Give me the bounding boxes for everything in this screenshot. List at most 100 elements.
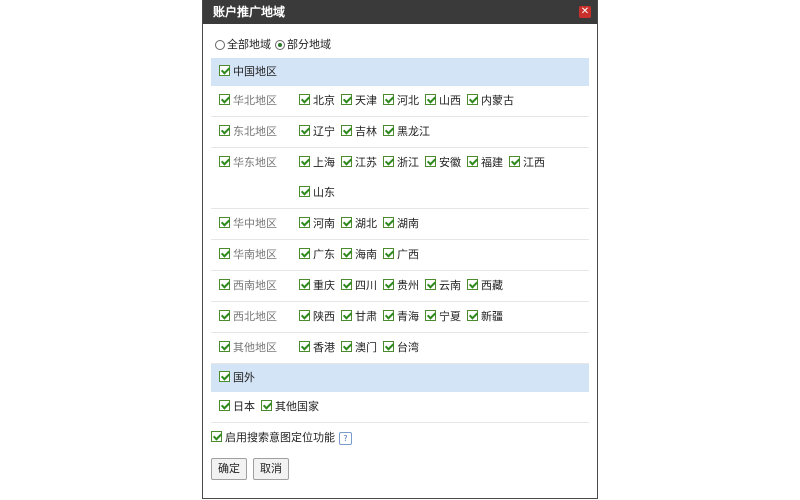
province-checkbox[interactable] (467, 156, 478, 167)
province-checkbox[interactable] (383, 94, 394, 105)
province-checkbox[interactable] (383, 248, 394, 259)
province-checkbox[interactable] (383, 310, 394, 321)
province-item[interactable]: 宁夏 (425, 302, 461, 332)
confirm-button[interactable]: 确定 (211, 458, 247, 480)
province-item[interactable]: 甘肃 (341, 302, 377, 332)
radio-partial-regions-label[interactable]: 部分地域 (287, 36, 331, 54)
country-item[interactable]: 其他国家 (261, 392, 319, 422)
province-checkbox[interactable] (341, 94, 352, 105)
province-item[interactable]: 山西 (425, 86, 461, 116)
province-item[interactable]: 吉林 (341, 117, 377, 147)
province-item[interactable]: 广东 (299, 240, 335, 270)
province-checkbox[interactable] (341, 125, 352, 136)
province-item[interactable]: 台湾 (383, 333, 419, 363)
province-checkbox[interactable] (383, 125, 394, 136)
province-checkbox[interactable] (383, 156, 394, 167)
close-icon[interactable]: ✕ (579, 6, 591, 18)
province-item[interactable]: 陕西 (299, 302, 335, 332)
country-checkbox[interactable] (261, 400, 272, 411)
province-checkbox[interactable] (425, 94, 436, 105)
radio-all-regions-label[interactable]: 全部地域 (227, 36, 271, 54)
province-list: 香港 澳门 台湾 (299, 333, 589, 363)
province-item[interactable]: 河南 (299, 209, 335, 239)
region-checkbox[interactable] (219, 341, 230, 352)
country-label: 其他国家 (275, 400, 319, 413)
province-item[interactable]: 天津 (341, 86, 377, 116)
region-checkbox[interactable] (219, 125, 230, 136)
foreign-checkbox[interactable] (219, 371, 230, 382)
cancel-button[interactable]: 取消 (253, 458, 289, 480)
province-checkbox[interactable] (299, 186, 310, 197)
region-name: 华东地区 (211, 148, 299, 208)
province-label: 北京 (313, 94, 335, 107)
province-checkbox[interactable] (299, 217, 310, 228)
region-checkbox[interactable] (219, 310, 230, 321)
province-checkbox[interactable] (383, 279, 394, 290)
region-row: 西南地区 重庆 四川 贵州 云南 西藏 (211, 271, 589, 302)
province-item[interactable]: 海南 (341, 240, 377, 270)
province-checkbox[interactable] (425, 279, 436, 290)
province-item[interactable]: 辽宁 (299, 117, 335, 147)
province-item[interactable]: 河北 (383, 86, 419, 116)
country-checkbox[interactable] (219, 400, 230, 411)
province-item[interactable]: 新疆 (467, 302, 503, 332)
province-checkbox[interactable] (299, 156, 310, 167)
province-item[interactable]: 江苏 (341, 148, 377, 178)
province-item[interactable]: 福建 (467, 148, 503, 178)
region-checkbox[interactable] (219, 248, 230, 259)
province-checkbox[interactable] (425, 156, 436, 167)
province-item[interactable]: 重庆 (299, 271, 335, 301)
region-checkbox[interactable] (219, 217, 230, 228)
radio-partial-regions[interactable] (275, 40, 285, 50)
province-item[interactable]: 四川 (341, 271, 377, 301)
province-checkbox[interactable] (299, 310, 310, 321)
province-item[interactable]: 江西 (509, 148, 545, 178)
province-item[interactable]: 湖北 (341, 209, 377, 239)
province-item[interactable]: 山东 (299, 178, 335, 208)
region-row: 其他地区 香港 澳门 台湾 (211, 333, 589, 364)
province-item[interactable]: 安徽 (425, 148, 461, 178)
province-checkbox[interactable] (299, 125, 310, 136)
province-item[interactable]: 西藏 (467, 271, 503, 301)
province-item[interactable]: 澳门 (341, 333, 377, 363)
region-checkbox[interactable] (219, 94, 230, 105)
province-checkbox[interactable] (467, 310, 478, 321)
province-label: 台湾 (397, 341, 419, 354)
province-checkbox[interactable] (299, 94, 310, 105)
province-item[interactable]: 黑龙江 (383, 117, 430, 147)
province-item[interactable]: 香港 (299, 333, 335, 363)
province-list: 陕西 甘肃 青海 宁夏 新疆 (299, 302, 589, 332)
province-checkbox[interactable] (467, 279, 478, 290)
region-checkbox[interactable] (219, 156, 230, 167)
province-item[interactable]: 湖南 (383, 209, 419, 239)
province-item[interactable]: 青海 (383, 302, 419, 332)
province-checkbox[interactable] (299, 279, 310, 290)
help-icon[interactable]: ? (339, 432, 352, 445)
province-checkbox[interactable] (341, 341, 352, 352)
province-item[interactable]: 内蒙古 (467, 86, 514, 116)
region-checkbox[interactable] (219, 279, 230, 290)
province-checkbox[interactable] (341, 279, 352, 290)
geo-option-checkbox[interactable] (211, 431, 222, 442)
province-checkbox[interactable] (383, 217, 394, 228)
province-checkbox[interactable] (509, 156, 520, 167)
province-item[interactable]: 北京 (299, 86, 335, 116)
province-checkbox[interactable] (341, 217, 352, 228)
china-checkbox[interactable] (219, 65, 230, 76)
province-checkbox[interactable] (341, 248, 352, 259)
province-item[interactable]: 广西 (383, 240, 419, 270)
province-checkbox[interactable] (467, 94, 478, 105)
radio-all-regions[interactable] (215, 40, 225, 50)
province-item[interactable]: 贵州 (383, 271, 419, 301)
province-checkbox[interactable] (341, 310, 352, 321)
province-checkbox[interactable] (341, 156, 352, 167)
province-checkbox[interactable] (299, 341, 310, 352)
region-name: 西南地区 (211, 271, 299, 301)
province-item[interactable]: 浙江 (383, 148, 419, 178)
province-checkbox[interactable] (425, 310, 436, 321)
province-checkbox[interactable] (383, 341, 394, 352)
country-item[interactable]: 日本 (219, 392, 255, 422)
province-checkbox[interactable] (299, 248, 310, 259)
province-item[interactable]: 上海 (299, 148, 335, 178)
province-item[interactable]: 云南 (425, 271, 461, 301)
